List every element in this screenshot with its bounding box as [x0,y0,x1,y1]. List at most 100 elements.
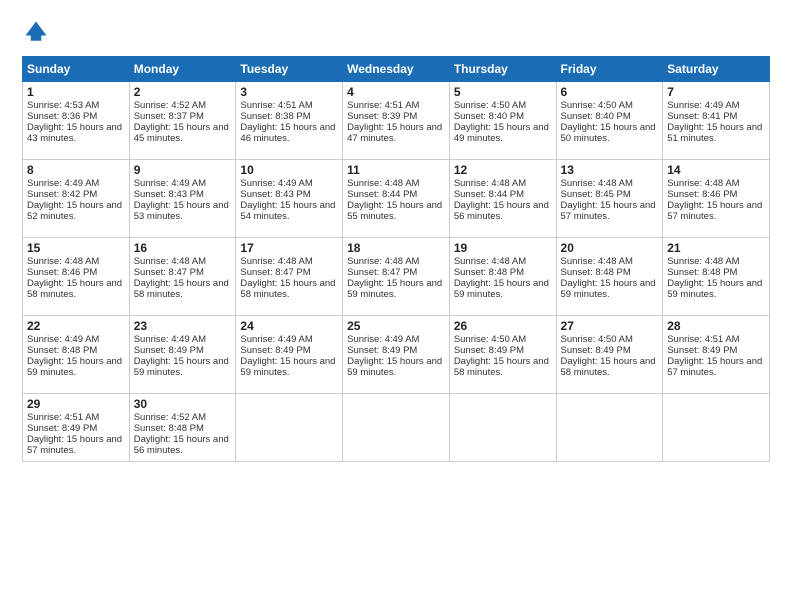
sunrise-text: Sunrise: 4:48 AM [347,256,445,267]
daylight-text: Daylight: 15 hours and 59 minutes. [667,278,765,300]
calendar-week-2: 15Sunrise: 4:48 AMSunset: 8:46 PMDayligh… [23,238,770,316]
calendar-cell: 26Sunrise: 4:50 AMSunset: 8:49 PMDayligh… [449,316,556,394]
logo [22,18,54,46]
calendar-cell [663,394,770,462]
day-number: 4 [347,85,445,99]
sunrise-text: Sunrise: 4:50 AM [454,100,552,111]
sunrise-text: Sunrise: 4:51 AM [27,412,125,423]
sunrise-text: Sunrise: 4:48 AM [240,256,338,267]
page: Sunday Monday Tuesday Wednesday Thursday… [0,0,792,612]
day-number: 9 [134,163,232,177]
day-number: 11 [347,163,445,177]
daylight-text: Daylight: 15 hours and 56 minutes. [454,200,552,222]
daylight-text: Daylight: 15 hours and 57 minutes. [561,200,659,222]
calendar-cell: 9Sunrise: 4:49 AMSunset: 8:43 PMDaylight… [129,160,236,238]
sunset-text: Sunset: 8:47 PM [347,267,445,278]
sunrise-text: Sunrise: 4:51 AM [347,100,445,111]
day-number: 21 [667,241,765,255]
calendar-cell: 29Sunrise: 4:51 AMSunset: 8:49 PMDayligh… [23,394,130,462]
calendar-cell: 23Sunrise: 4:49 AMSunset: 8:49 PMDayligh… [129,316,236,394]
sunrise-text: Sunrise: 4:51 AM [240,100,338,111]
day-number: 20 [561,241,659,255]
calendar-cell: 4Sunrise: 4:51 AMSunset: 8:39 PMDaylight… [343,82,450,160]
daylight-text: Daylight: 15 hours and 59 minutes. [561,278,659,300]
sunrise-text: Sunrise: 4:50 AM [561,100,659,111]
daylight-text: Daylight: 15 hours and 59 minutes. [240,356,338,378]
daylight-text: Daylight: 15 hours and 56 minutes. [134,434,232,456]
calendar-cell: 2Sunrise: 4:52 AMSunset: 8:37 PMDaylight… [129,82,236,160]
sunset-text: Sunset: 8:49 PM [667,345,765,356]
day-number: 10 [240,163,338,177]
day-number: 25 [347,319,445,333]
sunset-text: Sunset: 8:48 PM [134,423,232,434]
daylight-text: Daylight: 15 hours and 59 minutes. [454,278,552,300]
calendar-cell: 14Sunrise: 4:48 AMSunset: 8:46 PMDayligh… [663,160,770,238]
col-friday: Friday [556,57,663,82]
day-number: 13 [561,163,659,177]
day-number: 7 [667,85,765,99]
calendar: Sunday Monday Tuesday Wednesday Thursday… [22,56,770,462]
daylight-text: Daylight: 15 hours and 57 minutes. [27,434,125,456]
calendar-cell: 27Sunrise: 4:50 AMSunset: 8:49 PMDayligh… [556,316,663,394]
calendar-cell: 20Sunrise: 4:48 AMSunset: 8:48 PMDayligh… [556,238,663,316]
sunrise-text: Sunrise: 4:49 AM [134,334,232,345]
calendar-cell: 21Sunrise: 4:48 AMSunset: 8:48 PMDayligh… [663,238,770,316]
sunset-text: Sunset: 8:38 PM [240,111,338,122]
day-number: 16 [134,241,232,255]
day-number: 1 [27,85,125,99]
sunset-text: Sunset: 8:49 PM [134,345,232,356]
sunset-text: Sunset: 8:46 PM [27,267,125,278]
calendar-cell: 16Sunrise: 4:48 AMSunset: 8:47 PMDayligh… [129,238,236,316]
daylight-text: Daylight: 15 hours and 58 minutes. [454,356,552,378]
daylight-text: Daylight: 15 hours and 59 minutes. [347,278,445,300]
calendar-cell: 8Sunrise: 4:49 AMSunset: 8:42 PMDaylight… [23,160,130,238]
sunrise-text: Sunrise: 4:49 AM [27,334,125,345]
day-number: 22 [27,319,125,333]
daylight-text: Daylight: 15 hours and 47 minutes. [347,122,445,144]
day-number: 12 [454,163,552,177]
calendar-week-4: 29Sunrise: 4:51 AMSunset: 8:49 PMDayligh… [23,394,770,462]
calendar-cell [556,394,663,462]
col-saturday: Saturday [663,57,770,82]
sunset-text: Sunset: 8:44 PM [454,189,552,200]
daylight-text: Daylight: 15 hours and 59 minutes. [27,356,125,378]
calendar-cell: 5Sunrise: 4:50 AMSunset: 8:40 PMDaylight… [449,82,556,160]
day-number: 24 [240,319,338,333]
sunset-text: Sunset: 8:46 PM [667,189,765,200]
calendar-cell [236,394,343,462]
day-number: 14 [667,163,765,177]
daylight-text: Daylight: 15 hours and 58 minutes. [27,278,125,300]
daylight-text: Daylight: 15 hours and 59 minutes. [347,356,445,378]
day-number: 23 [134,319,232,333]
col-thursday: Thursday [449,57,556,82]
sunrise-text: Sunrise: 4:49 AM [134,178,232,189]
col-tuesday: Tuesday [236,57,343,82]
day-number: 6 [561,85,659,99]
day-number: 30 [134,397,232,411]
col-wednesday: Wednesday [343,57,450,82]
calendar-week-3: 22Sunrise: 4:49 AMSunset: 8:48 PMDayligh… [23,316,770,394]
sunrise-text: Sunrise: 4:48 AM [454,256,552,267]
sunset-text: Sunset: 8:49 PM [347,345,445,356]
calendar-cell: 13Sunrise: 4:48 AMSunset: 8:45 PMDayligh… [556,160,663,238]
daylight-text: Daylight: 15 hours and 50 minutes. [561,122,659,144]
sunrise-text: Sunrise: 4:48 AM [561,178,659,189]
sunset-text: Sunset: 8:40 PM [561,111,659,122]
sunset-text: Sunset: 8:47 PM [134,267,232,278]
daylight-text: Daylight: 15 hours and 52 minutes. [27,200,125,222]
sunset-text: Sunset: 8:49 PM [454,345,552,356]
day-number: 3 [240,85,338,99]
calendar-cell: 11Sunrise: 4:48 AMSunset: 8:44 PMDayligh… [343,160,450,238]
sunset-text: Sunset: 8:39 PM [347,111,445,122]
calendar-cell: 30Sunrise: 4:52 AMSunset: 8:48 PMDayligh… [129,394,236,462]
calendar-week-0: 1Sunrise: 4:53 AMSunset: 8:36 PMDaylight… [23,82,770,160]
sunset-text: Sunset: 8:48 PM [454,267,552,278]
sunrise-text: Sunrise: 4:49 AM [240,178,338,189]
sunrise-text: Sunrise: 4:48 AM [667,178,765,189]
sunrise-text: Sunrise: 4:52 AM [134,412,232,423]
daylight-text: Daylight: 15 hours and 46 minutes. [240,122,338,144]
day-number: 26 [454,319,552,333]
sunset-text: Sunset: 8:49 PM [240,345,338,356]
daylight-text: Daylight: 15 hours and 53 minutes. [134,200,232,222]
calendar-cell: 18Sunrise: 4:48 AMSunset: 8:47 PMDayligh… [343,238,450,316]
